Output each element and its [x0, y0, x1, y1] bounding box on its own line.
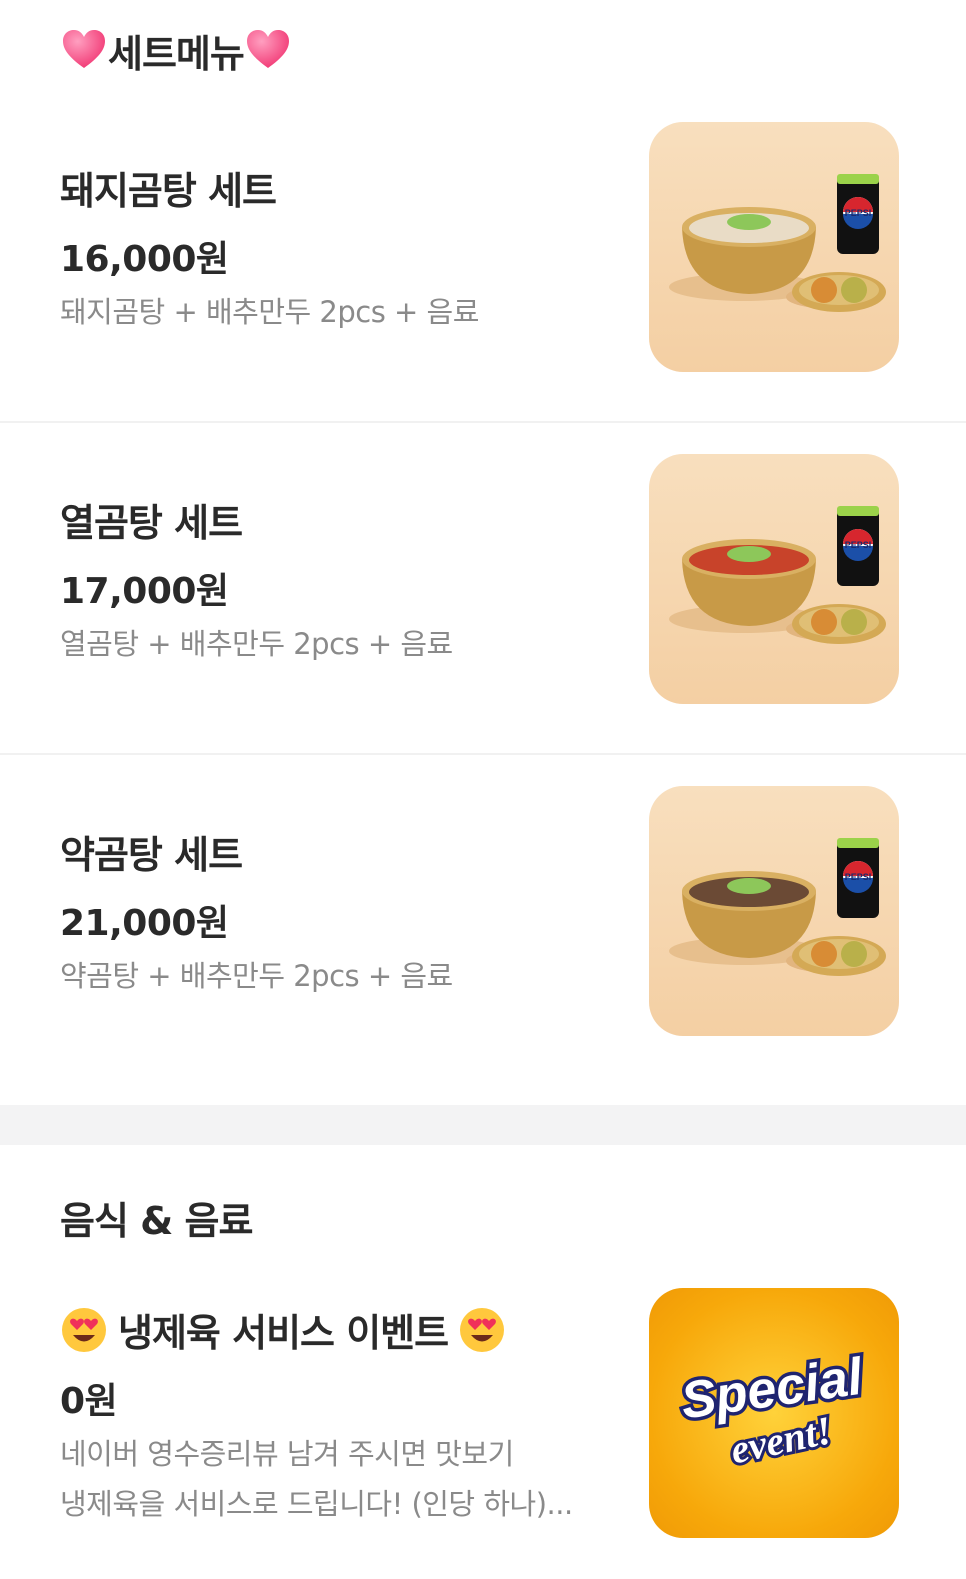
divider	[0, 421, 966, 423]
menu-item-photo: PEPSI	[649, 122, 899, 372]
menu-item-name: 냉제육 서비스 이벤트	[118, 1311, 449, 1355]
can-label: PEPSI	[845, 540, 872, 550]
divider	[0, 753, 966, 755]
heart-icon	[246, 30, 289, 68]
menu-item-price: 17,000원	[60, 571, 229, 612]
menu-item-photo: PEPSI	[649, 786, 899, 1036]
special-event-badge: Special event!	[649, 1288, 899, 1538]
menu-item-name-row: 냉제육 서비스 이벤트	[60, 1302, 506, 1357]
can-label: PEPSI	[845, 872, 872, 882]
yeol-gomtang-set-illustration: PEPSI	[669, 506, 886, 644]
menu-item-description: 약곰탕 + 배추만두 2pcs + 음료	[60, 959, 453, 993]
menu-item-price: 16,000원	[60, 239, 229, 280]
set-menu-header: 세트메뉴	[60, 22, 292, 78]
menu-item[interactable]: 돼지곰탕 세트 16,000원 돼지곰탕 + 배추만두 2pcs + 음료 PE…	[0, 110, 966, 420]
menu-item[interactable]: 냉제육 서비스 이벤트 0원 네이버 영수증리뷰 남겨 주시면 맛보기 냉제육을…	[0, 1280, 966, 1579]
heart-eyes-emoji-icon	[62, 1307, 106, 1352]
menu-item-price: 21,000원	[60, 903, 229, 944]
set-menu-title: 세트메뉴	[108, 31, 245, 76]
menu-item-name: 돼지곰탕 세트	[60, 169, 277, 213]
heart-icon	[63, 30, 105, 68]
menu-item[interactable]: 열곰탕 세트 17,000원 열곰탕 + 배추만두 2pcs + 음료 PEPS…	[0, 442, 966, 752]
menu-item-description: 열곰탕 + 배추만두 2pcs + 음료	[60, 627, 453, 661]
section-separator	[0, 1105, 966, 1145]
menu-item-name: 열곰탕 세트	[60, 501, 243, 545]
yak-gomtang-set-illustration: PEPSI	[669, 838, 886, 976]
menu-item[interactable]: 약곰탕 세트 21,000원 약곰탕 + 배추만두 2pcs + 음료 PEPS…	[0, 774, 966, 1084]
menu-item-description-line2: 냉제육을 서비스로 드립니다! (인당 하나)...	[60, 1487, 573, 1521]
menu-item-price: 0원	[60, 1381, 118, 1422]
gomtang-set-illustration: PEPSI	[669, 174, 886, 312]
heart-eyes-emoji-icon	[460, 1307, 505, 1352]
menu-item-description-line1: 네이버 영수증리뷰 남겨 주시면 맛보기	[60, 1437, 514, 1471]
menu-item-description: 돼지곰탕 + 배추만두 2pcs + 음료	[60, 295, 479, 329]
menu-item-photo: PEPSI	[649, 454, 899, 704]
menu-item-name: 약곰탕 세트	[60, 833, 243, 877]
can-label: PEPSI	[845, 208, 872, 218]
food-section-title: 음식 & 음료	[60, 1199, 253, 1243]
